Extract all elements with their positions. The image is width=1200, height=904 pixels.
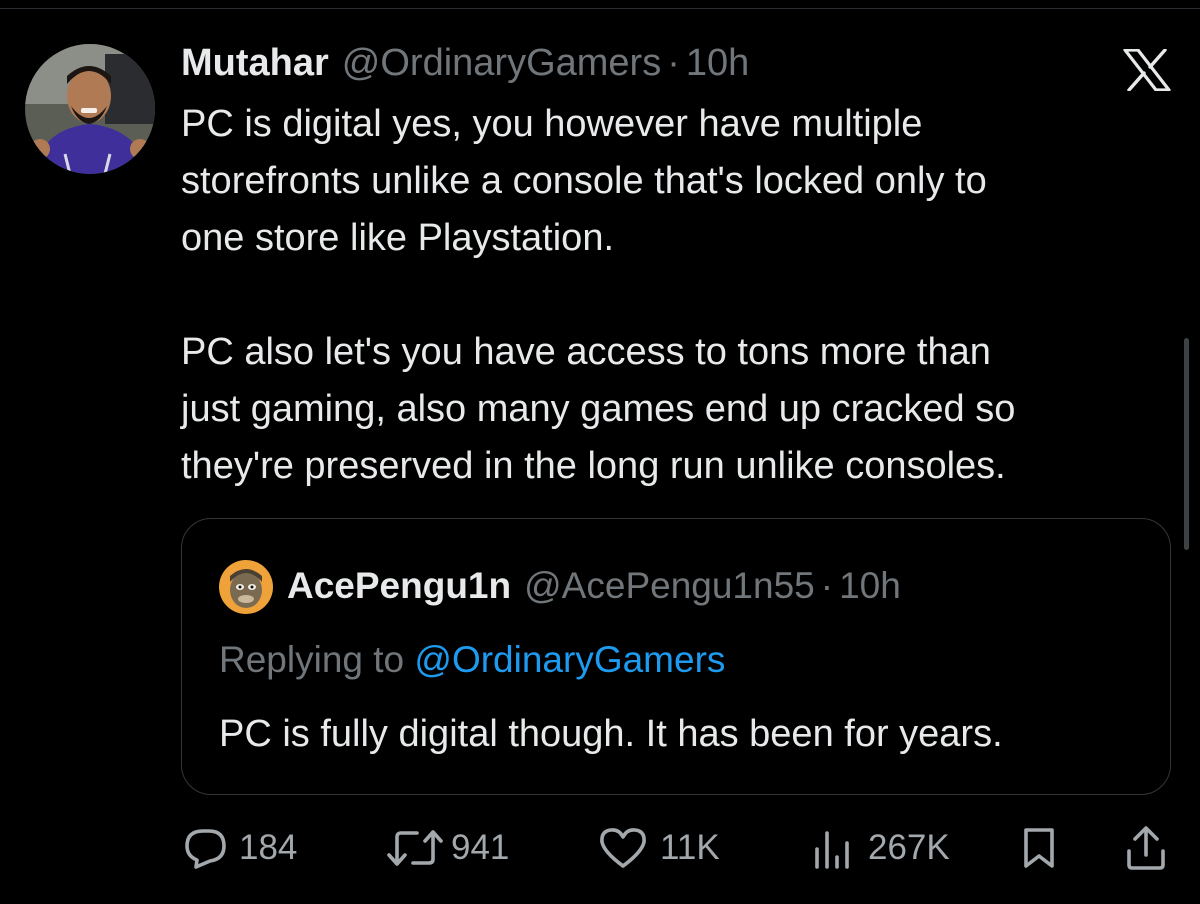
quoted-tweet-body: PC is fully digital though. It has been …	[219, 713, 1003, 755]
quoted-header-separator: ·	[820, 565, 834, 606]
quoted-author-handle[interactable]: @AcePengu1n55	[524, 563, 815, 609]
tweet-paragraph: PC also let's you have access to tons mo…	[181, 331, 1016, 487]
action-bar: 184 941 11K 267K	[0, 820, 1200, 876]
share-icon	[1124, 825, 1168, 871]
author-avatar[interactable]	[25, 44, 155, 174]
quoted-author-name[interactable]: AcePengu1n	[287, 563, 511, 609]
heart-icon	[598, 826, 648, 870]
bookmark-icon	[1021, 826, 1057, 870]
tweet-time[interactable]: 10h	[686, 38, 749, 88]
like-button[interactable]: 11K	[598, 820, 720, 876]
top-divider	[0, 0, 1200, 9]
header-separator: ·	[667, 42, 680, 84]
replying-to-handle-link[interactable]: @OrdinaryGamers	[414, 639, 725, 680]
tweet-paragraph: PC is digital yes, you however have mult…	[181, 103, 987, 259]
repost-count: 941	[451, 828, 510, 867]
author-avatar-image	[25, 44, 155, 174]
views-button[interactable]: 267K	[812, 820, 950, 876]
scrollbar-thumb[interactable]	[1184, 338, 1189, 550]
quoted-author-avatar[interactable]	[219, 560, 273, 614]
quoted-author-avatar-image	[219, 560, 273, 614]
author-name[interactable]: Mutahar	[181, 38, 329, 88]
quoted-tweet-time[interactable]: 10h	[839, 563, 901, 609]
tweet-body: PC is digital yes, you however have mult…	[181, 96, 1171, 495]
views-count: 267K	[868, 828, 950, 867]
reply-button[interactable]: 184	[183, 820, 297, 876]
author-handle[interactable]: @OrdinaryGamers	[342, 38, 661, 88]
like-count: 11K	[660, 828, 720, 867]
quoted-tweet-header: AcePengu1n @AcePengu1n55 · 10h	[287, 563, 901, 609]
replying-to-label: Replying to	[219, 639, 415, 680]
share-button[interactable]	[1124, 820, 1168, 876]
replying-to-line: Replying to @OrdinaryGamers	[219, 637, 725, 683]
reply-count: 184	[239, 828, 298, 867]
views-icon	[812, 827, 852, 869]
x-logo-icon	[1123, 48, 1171, 92]
bookmark-button[interactable]	[1021, 820, 1057, 876]
repost-button[interactable]: 941	[385, 820, 509, 876]
quoted-tweet-card[interactable]: AcePengu1n @AcePengu1n55 · 10h Replying …	[181, 518, 1171, 795]
reply-icon	[183, 827, 229, 869]
tweet-header: Mutahar @OrdinaryGamers · 10h	[181, 38, 749, 88]
repost-icon	[385, 827, 445, 869]
